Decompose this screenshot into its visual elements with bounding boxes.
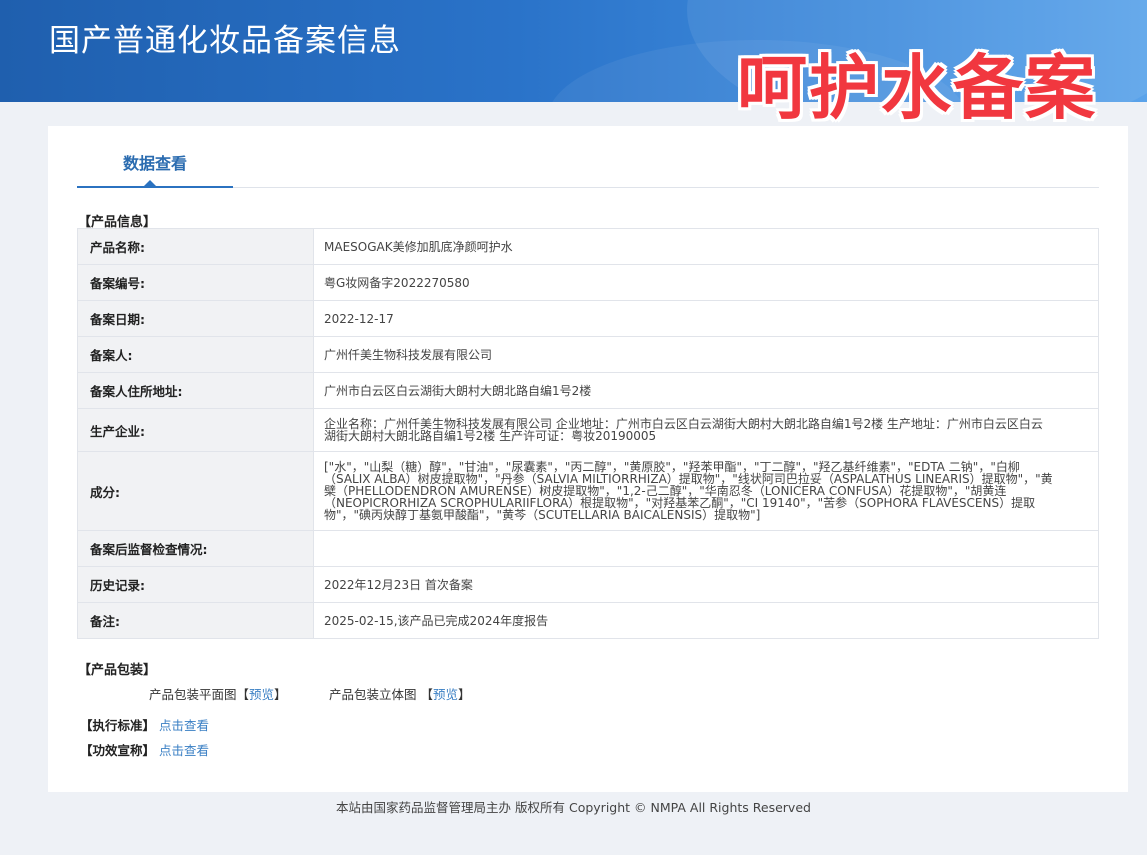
standard-label: 【执行标准】 [80,718,156,733]
efficacy-row: 【功效宣称】 点击查看 [80,740,209,759]
efficacy-label: 【功效宣称】 [80,743,156,758]
efficacy-view-link[interactable]: 点击查看 [159,743,209,758]
bracket: 【 [420,687,434,702]
table-row: 备案日期: 2022-12-17 [77,300,1099,337]
table-row: 生产企业: 企业名称：广州仟美生物科技发展有限公司 企业地址：广州市白云区白云湖… [77,408,1099,452]
row-value: 2022-12-17 [313,300,1099,337]
packaging-heading: 【产品包装】 [78,663,157,678]
bracket: 】 [458,687,471,702]
preview-solid-link[interactable]: 预览 [433,687,458,702]
row-value: 2025-02-15,该产品已完成2024年度报告 [313,602,1099,639]
row-value: 广州市白云区白云湖街大朗村大朗北路自编1号2楼 [313,372,1099,409]
packaging-solid-row: 产品包装立体图 【预览】 [329,684,471,703]
row-value [313,530,1099,567]
row-value: 企业名称：广州仟美生物科技发展有限公司 企业地址：广州市白云区白云湖街大朗村大朗… [313,408,1099,452]
row-label: 生产企业: [77,408,314,452]
row-label: 备案后监督检查情况: [77,530,314,567]
packaging-flat-row: 产品包装平面图【预览】 [149,684,287,703]
bracket: 【 [236,687,250,702]
table-row: 备案人: 广州仟美生物科技发展有限公司 [77,336,1099,373]
table-row: 产品名称: MAESOGAK美修加肌底净颜呵护水 [77,228,1099,265]
caret-up-icon [144,180,156,186]
row-value: 广州仟美生物科技发展有限公司 [313,336,1099,373]
standard-view-link[interactable]: 点击查看 [159,718,209,733]
table-row: 历史记录: 2022年12月23日 首次备案 [77,566,1099,603]
footer-copyright: 本站由国家药品监督管理局主办 版权所有 Copyright © NMPA All… [336,800,811,815]
preview-flat-link[interactable]: 预览 [249,687,274,702]
watermark-overlay: 呵护水备案 [737,47,1097,129]
row-label: 产品名称: [77,228,314,265]
row-label: 备案人: [77,336,314,373]
row-value: 2022年12月23日 首次备案 [313,566,1099,603]
row-label: 备注: [77,602,314,639]
row-label: 历史记录: [77,566,314,603]
table-row: 备案人住所地址: 广州市白云区白云湖街大朗村大朗北路自编1号2楼 [77,372,1099,409]
row-value: MAESOGAK美修加肌底净颜呵护水 [313,228,1099,265]
table-row: 备案编号: 粤G妆网备字2022270580 [77,264,1099,301]
packaging-solid-label: 产品包装立体图 [329,687,417,702]
row-label: 备案人住所地址: [77,372,314,409]
content-panel: 数据查看 【产品信息】 产品名称: MAESOGAK美修加肌底净颜呵护水 备案编… [48,126,1128,792]
row-value: 粤G妆网备字2022270580 [313,264,1099,301]
bracket: 】 [274,687,287,702]
row-label: 备案编号: [77,264,314,301]
table-row: 备注: 2025-02-15,该产品已完成2024年度报告 [77,602,1099,639]
row-label: 成分: [77,451,314,531]
product-info-table: 产品名称: MAESOGAK美修加肌底净颜呵护水 备案编号: 粤G妆网备字202… [77,228,1099,639]
table-row: 成分: ["水"，"山梨（糖）醇"，"甘油"，"尿囊素"，"丙二醇"，"黄原胶"… [77,451,1099,531]
row-label: 备案日期: [77,300,314,337]
standard-row: 【执行标准】 点击查看 [80,715,209,734]
site-title: 国产普通化妆品备案信息 [49,23,401,59]
table-row: 备案后监督检查情况: [77,530,1099,567]
tab-active-indicator [77,186,233,188]
packaging-flat-label: 产品包装平面图 [149,687,237,702]
row-value: ["水"，"山梨（糖）醇"，"甘油"，"尿囊素"，"丙二醇"，"黄原胶"，"羟苯… [313,451,1099,531]
